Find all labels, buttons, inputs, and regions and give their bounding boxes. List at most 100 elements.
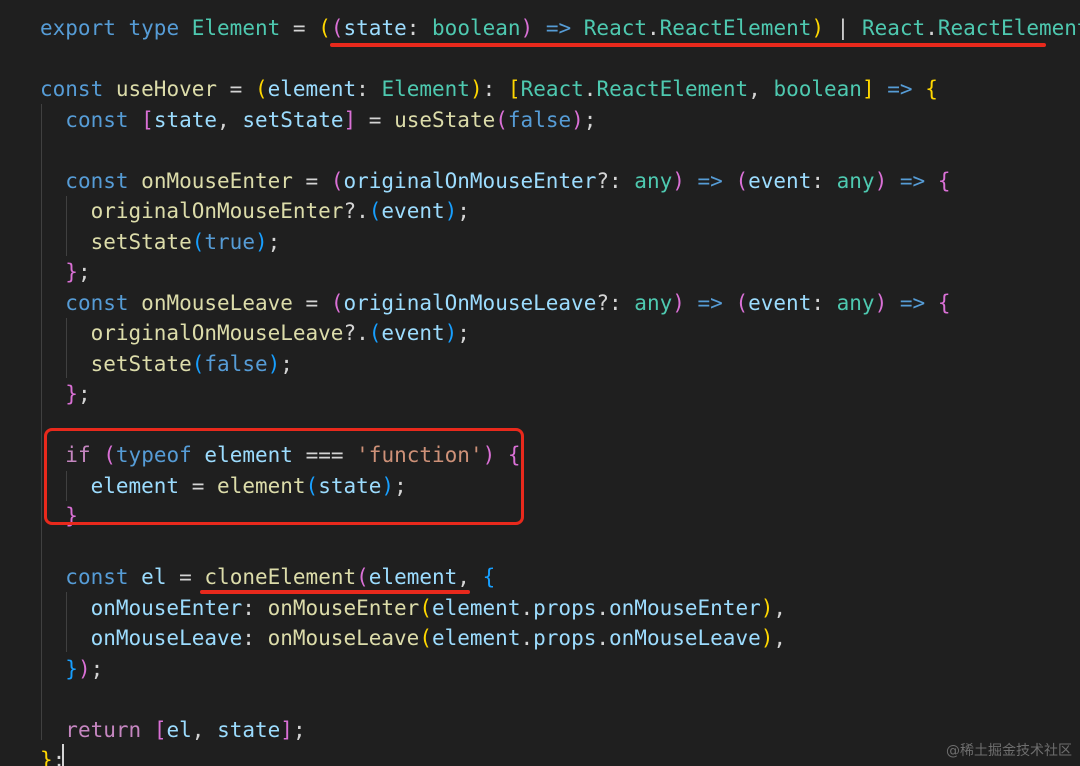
code-token: ( xyxy=(419,595,432,620)
code-line[interactable]: originalOnMouseEnter?.(event); xyxy=(40,196,470,226)
code-line[interactable]: const [state, setState] = useState(false… xyxy=(40,105,596,135)
code-token: , xyxy=(457,565,483,589)
code-token: boolean xyxy=(773,77,862,101)
code-token: . xyxy=(583,77,597,101)
code-line[interactable]: }; xyxy=(40,257,90,287)
code-token: originalOnMouseEnter xyxy=(90,199,344,223)
code-token: = xyxy=(166,565,205,589)
code-line[interactable]: const el = cloneElement(element, { xyxy=(40,562,495,592)
code-line[interactable]: onMouseEnter: onMouseEnter(element.props… xyxy=(40,593,786,623)
code-token: ( xyxy=(191,351,205,376)
code-token: ; xyxy=(77,382,91,406)
code-token: export xyxy=(40,16,116,40)
code-token: ( xyxy=(368,199,382,223)
code-token: boolean xyxy=(432,16,521,40)
code-token: ?. xyxy=(343,321,369,345)
code-line[interactable]: onMouseLeave: onMouseLeave(element.props… xyxy=(40,623,786,653)
code-token: const xyxy=(40,77,104,101)
code-token: ] xyxy=(343,107,357,132)
code-line[interactable]: const useHover = (element: Element): [Re… xyxy=(40,74,938,104)
code-token: ) xyxy=(267,351,281,376)
code-token: ) xyxy=(444,321,458,345)
code-token: ) xyxy=(874,290,888,315)
code-token: React xyxy=(583,16,647,40)
code-token: ; xyxy=(267,229,281,254)
code-token: originalOnMouseLeave xyxy=(343,290,597,315)
code-line[interactable]: setState(false); xyxy=(40,349,293,379)
code-token: cloneElement xyxy=(204,565,357,589)
code-token: . xyxy=(596,595,610,620)
code-token: } xyxy=(65,656,78,681)
code-token: ReactElement xyxy=(937,16,1080,40)
code-token: [ xyxy=(507,77,521,101)
code-line[interactable]: }); xyxy=(40,654,103,684)
code-token: Element xyxy=(191,16,281,40)
code-editor[interactable]: export type Element = ((state: boolean) … xyxy=(0,0,1080,766)
code-line[interactable]: const onMouseEnter = (originalOnMouseEnt… xyxy=(40,166,950,196)
code-token: onMouseEnter xyxy=(90,595,243,620)
code-token: const xyxy=(65,107,129,132)
code-token: ) xyxy=(444,199,458,223)
code-token: ) xyxy=(811,16,825,40)
code-token: = xyxy=(280,16,319,40)
code-token: : xyxy=(356,77,382,101)
code-token: : xyxy=(811,168,837,193)
code-token: element xyxy=(431,595,521,620)
annotation-box-if-block xyxy=(44,428,524,525)
code-token: onMouseLeave xyxy=(609,626,761,650)
code-token: el xyxy=(166,717,192,742)
code-token: ) xyxy=(520,16,534,40)
code-token: any xyxy=(836,290,875,315)
code-line[interactable]: setState(true); xyxy=(40,227,281,257)
code-line[interactable]: return [el, state]; xyxy=(40,715,306,745)
code-line[interactable]: export type Element = ((state: boolean) … xyxy=(40,13,1080,43)
code-token: setState xyxy=(90,229,192,254)
code-token: useHover xyxy=(115,77,218,101)
code-token: ReactElement xyxy=(596,77,749,101)
code-token: event xyxy=(381,321,445,345)
code-token: = xyxy=(292,290,331,315)
code-line[interactable]: originalOnMouseLeave?.(event); xyxy=(40,318,470,348)
code-token: ; xyxy=(280,351,293,376)
code-token: ] xyxy=(280,717,293,742)
code-token: ?: xyxy=(596,290,635,315)
code-line[interactable]: }; xyxy=(40,379,91,409)
code-token: ?. xyxy=(343,199,369,223)
code-token: state xyxy=(217,717,281,742)
code-token: ) xyxy=(760,595,774,620)
code-token: el xyxy=(141,565,167,589)
code-token: onMouseEnter xyxy=(609,595,761,620)
annotation-underline-cloneelement xyxy=(200,590,470,594)
code-token: ; xyxy=(292,717,306,742)
code-token: const xyxy=(65,290,129,315)
code-token: event xyxy=(748,290,812,315)
code-token: , xyxy=(773,626,787,650)
code-token: props xyxy=(533,626,597,650)
code-token: : xyxy=(242,626,268,650)
code-token: } xyxy=(65,382,78,406)
code-token: ReactElement xyxy=(659,16,812,40)
watermark-text: @稀土掘金技术社区 xyxy=(946,743,1072,759)
code-token: . xyxy=(520,595,534,620)
code-token: any xyxy=(836,168,875,193)
code-token: ) xyxy=(672,290,685,315)
code-token: . xyxy=(520,626,534,650)
code-token: return xyxy=(65,717,142,742)
code-token: useState xyxy=(394,107,496,132)
code-token: false xyxy=(507,107,572,132)
code-token: : xyxy=(482,77,508,101)
code-token: type xyxy=(128,16,180,40)
code-token: => xyxy=(874,77,926,101)
code-token: => xyxy=(684,290,736,315)
code-token: { xyxy=(937,168,951,193)
code-line[interactable]: const onMouseLeave = (originalOnMouseLea… xyxy=(40,288,950,318)
